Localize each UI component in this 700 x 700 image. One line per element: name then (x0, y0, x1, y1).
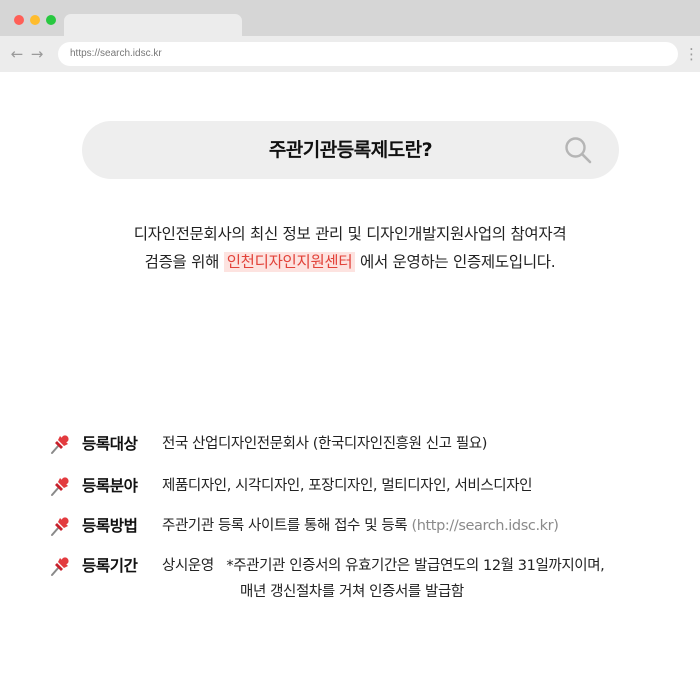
search-title: 주관기관등록제도란? (268, 139, 433, 161)
arrow-left-icon[interactable]: ← (8, 44, 26, 64)
intro-line-2-after: 에서 운영하는 인증제도입니다. (360, 253, 556, 271)
info-value: 전국 산업디자인전문회사 (한국디자인진흥원 신고 필요) (162, 436, 487, 452)
info-value-main: 주관기관 등록 사이트를 통해 접수 및 등록 (162, 518, 408, 534)
pushpin-icon (51, 557, 69, 576)
browser-chrome: ← → https://search.idsc.kr ⋮ (0, 0, 700, 72)
info-label: 등록기간 (82, 557, 138, 575)
maximize-window-button[interactable] (46, 15, 56, 25)
search-icon[interactable] (563, 135, 593, 165)
minimize-window-button[interactable] (30, 15, 40, 25)
info-url-link[interactable]: (http://search.idsc.kr) (411, 518, 558, 534)
address-bar-url: https://search.idsc.kr (70, 48, 162, 59)
info-label: 등록대상 (82, 435, 138, 453)
info-label: 등록분야 (82, 477, 138, 495)
info-value: 주관기관 등록 사이트를 통해 접수 및 등록 (http://search.i… (162, 514, 559, 538)
info-value: 상시운영 *주관기관 인증서의 유효기간은 발급연도의 12월 31일까지이며, (162, 558, 605, 574)
vertical-dots-icon[interactable]: ⋮ (684, 44, 699, 64)
info-value: 제품디자인, 시각디자인, 포장디자인, 멀티디자인, 서비스디자인 (162, 478, 533, 494)
intro-text: 디자인전문회사의 최신 정보 관리 및 디자인개발지원사업의 참여자격 검증을 … (40, 220, 660, 276)
search-bar[interactable]: 주관기관등록제도란? (82, 121, 619, 179)
browser-toolbar: ← → https://search.idsc.kr ⋮ (0, 36, 700, 72)
browser-tab[interactable] (64, 14, 242, 38)
pushpin-icon (51, 435, 69, 454)
pushpin-icon (51, 517, 69, 536)
intro-line-2-before: 검증을 위해 (144, 253, 220, 271)
address-bar[interactable]: https://search.idsc.kr (58, 42, 678, 66)
close-window-button[interactable] (14, 15, 24, 25)
intro-line-1: 디자인전문회사의 최신 정보 관리 및 디자인개발지원사업의 참여자격 (133, 225, 567, 243)
intro-line-2: 검증을 위해 인천디자인지원센터 에서 운영하는 인증제도입니다. (40, 248, 660, 276)
intro-highlight: 인천디자인지원센터 (223, 252, 356, 272)
info-label: 등록방법 (82, 517, 138, 535)
arrow-right-icon[interactable]: → (28, 44, 46, 64)
pushpin-icon (51, 477, 69, 496)
info-value-continuation: 매년 갱신절차를 거쳐 인증서를 발급함 (240, 584, 464, 600)
